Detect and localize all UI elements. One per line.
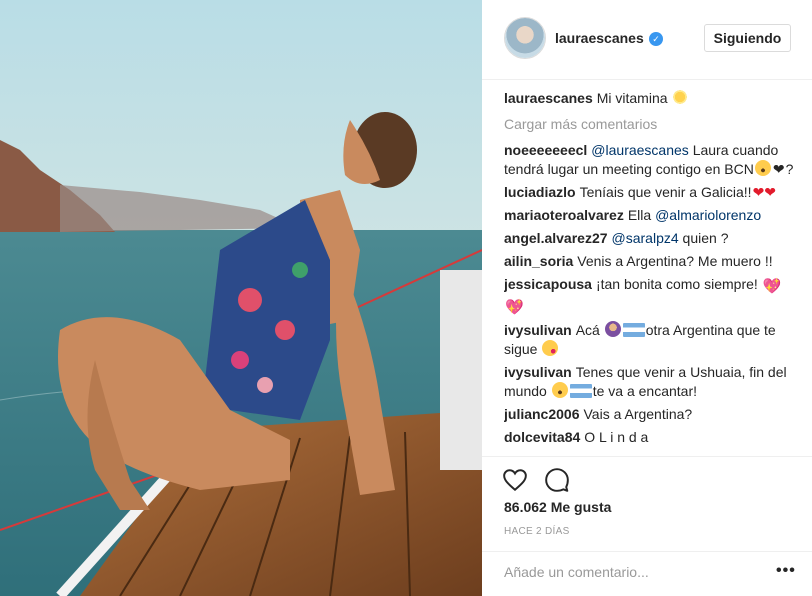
comment-item: ailin_soria Venis a Argentina? Me muero !… [504, 252, 794, 271]
comment-item: ivysulivan Tenes que venir a Ushuaia, fin… [504, 363, 794, 401]
comment-text: Acá [575, 322, 600, 338]
sparkling-heart-emoji-icon: 💖 [505, 299, 524, 316]
comment-username[interactable]: dolcevita84 [504, 429, 580, 445]
photo-illustration [0, 0, 482, 596]
sparkling-heart-emoji-icon: 💖 [762, 278, 782, 295]
post-header: lauraescanes ✓ Siguiendo [482, 0, 812, 80]
comment-username[interactable]: angel.alvarez27 [504, 230, 608, 246]
comment-text: O L i n d a [584, 429, 649, 445]
red-heart-emoji-icon: ❤❤ [752, 184, 777, 200]
comment-text-end: ? [785, 161, 794, 177]
kiss-emoji-icon [542, 340, 559, 356]
comment-username[interactable]: luciadiazlo [504, 184, 576, 200]
avatar[interactable] [504, 17, 546, 59]
comment-item: angel.alvarez27 @saralpz4 quien ? [504, 229, 794, 248]
comments-list[interactable]: lauraescanes Mi vitamina Cargar más comen… [504, 87, 794, 456]
comment-username[interactable]: julianc2006 [504, 406, 580, 422]
comment-text: quien ? [682, 230, 729, 246]
comment-text: Teníais que venir a Galicia!! [579, 184, 752, 200]
caption: lauraescanes Mi vitamina [504, 89, 794, 108]
comment-mention[interactable]: @almariolorenzo [655, 207, 761, 223]
person-emoji-icon [604, 321, 621, 337]
load-more-comments-link[interactable]: Cargar más comentarios [504, 115, 794, 134]
comment-item: luciadiazlo Teníais que venir a Galicia!!… [504, 183, 794, 202]
comment-item: noeeeeeeecl @lauraescanes Laura cuando te… [504, 141, 794, 179]
likes-count[interactable]: 86.062 Me gusta [504, 499, 611, 515]
comment-text: Ella [627, 207, 652, 223]
comment-text: ¡tan bonita como siempre! [595, 276, 758, 292]
comment-username[interactable]: jessicapousa [504, 276, 592, 292]
verified-badge-icon: ✓ [649, 32, 663, 46]
post-side-panel: lauraescanes ✓ Siguiendo lauraescanes Mi … [482, 0, 812, 596]
caption-username[interactable]: lauraescanes [504, 90, 593, 106]
comment-mention[interactable]: @saralpz4 [612, 230, 679, 246]
comment-item: jessicapousa ¡tan bonita como siempre! 💖 … [504, 275, 794, 317]
post-actions: 86.062 Me gusta HACE 2 DÍAS ••• [482, 456, 812, 596]
comment-text: Vais a Argentina? [583, 406, 693, 422]
black-heart-emoji-icon: ❤ [772, 161, 785, 177]
scream-emoji-icon [551, 382, 568, 398]
comment-text: Venis a Argentina? Me muero !! [577, 253, 773, 269]
more-options-icon[interactable]: ••• [776, 562, 796, 580]
header-username[interactable]: lauraescanes [555, 30, 644, 46]
comment-item: julianc2006 Vais a Argentina? [504, 405, 794, 424]
scream-emoji-icon [754, 160, 771, 176]
sun-emoji-icon [672, 89, 689, 105]
add-comment-row: ••• [482, 551, 812, 596]
caption-text: Mi vitamina [596, 90, 668, 106]
comment-item: mariaoteroalvarez Ella @almariolorenzo [504, 206, 794, 225]
comment-item: ivysulivan Acá otra Argentina que te sigu… [504, 321, 794, 359]
post-photo[interactable] [0, 0, 482, 596]
argentina-flag-icon [622, 323, 645, 337]
post-timestamp[interactable]: HACE 2 DÍAS [504, 526, 570, 537]
heart-icon[interactable] [502, 467, 528, 493]
add-comment-input[interactable] [504, 564, 754, 580]
comment-username[interactable]: mariaoteroalvarez [504, 207, 624, 223]
comment-username[interactable]: noeeeeeeecl [504, 142, 587, 158]
following-button[interactable]: Siguiendo [704, 24, 791, 52]
comment-icon[interactable] [544, 467, 570, 493]
comment-username[interactable]: ivysulivan [504, 364, 572, 380]
comment-mention[interactable]: @lauraescanes [591, 142, 689, 158]
comment-username[interactable]: ailin_soria [504, 253, 573, 269]
comment-text-end: te va a encantar! [592, 383, 697, 399]
comment-item: dolcevita84 O L i n d a [504, 428, 794, 447]
argentina-flag-icon [569, 384, 592, 398]
comment-username[interactable]: ivysulivan [504, 322, 572, 338]
